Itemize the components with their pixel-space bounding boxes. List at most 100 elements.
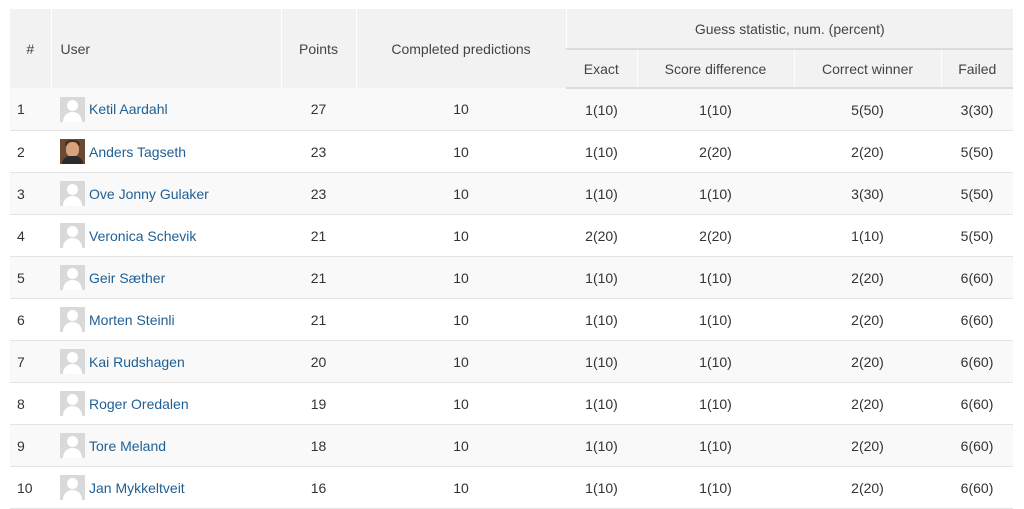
rank-cell: 4 — [10, 214, 51, 257]
user-name-link[interactable]: Tore Meland — [89, 438, 166, 454]
table-row: 7 Kai Rudshagen 20 10 1(10) 1(10) 2(20) 6(60) — [10, 340, 1014, 383]
user-cell: Tore Meland — [51, 424, 281, 467]
default-avatar-icon[interactable] — [60, 391, 85, 416]
completed-predictions-cell: 10 — [356, 424, 566, 467]
guess-statistic-group-header: Guess statistic, num. (percent) — [565, 9, 1014, 50]
score-difference-cell: 1(10) — [637, 340, 794, 383]
rank-cell: 7 — [10, 340, 51, 383]
user-column-header: User — [50, 9, 281, 88]
exact-cell: 1(10) — [566, 88, 637, 131]
score-difference-cell: 1(10) — [637, 172, 794, 215]
rank-cell: 9 — [10, 424, 51, 467]
correct-winner-cell: 1(10) — [794, 214, 941, 257]
exact-cell: 1(10) — [566, 298, 637, 341]
completed-predictions-cell: 10 — [356, 172, 566, 215]
default-avatar-icon[interactable] — [60, 433, 85, 458]
correct-winner-cell: 2(20) — [794, 256, 941, 299]
failed-cell: 6(60) — [941, 298, 1014, 341]
user-cell: Roger Oredalen — [51, 382, 281, 425]
points-cell: 21 — [281, 298, 356, 341]
user-name-link[interactable]: Veronica Schevik — [89, 228, 196, 244]
completed-predictions-cell: 10 — [356, 130, 566, 173]
user-name-link[interactable]: Anders Tagseth — [89, 144, 186, 160]
user-name-link[interactable]: Jan Mykkeltveit — [89, 480, 185, 496]
user-name-link[interactable]: Kai Rudshagen — [89, 354, 185, 370]
user-name-link[interactable]: Ove Jonny Gulaker — [89, 186, 209, 202]
failed-cell: 6(60) — [941, 466, 1014, 509]
completed-predictions-cell: 10 — [356, 340, 566, 383]
table-row: 3 Ove Jonny Gulaker 23 10 1(10) 1(10) 3(30) 5(5… — [10, 172, 1014, 215]
rank-cell: 1 — [10, 88, 51, 131]
points-cell: 23 — [281, 130, 356, 173]
points-cell: 21 — [281, 214, 356, 257]
user-name-link[interactable]: Roger Oredalen — [89, 396, 189, 412]
correct-winner-cell: 5(50) — [794, 88, 941, 131]
points-cell: 18 — [281, 424, 356, 467]
completed-predictions-column-header: Completed predictions — [355, 9, 566, 88]
correct-winner-column-header: Correct winner — [793, 48, 941, 89]
points-column-header: Points — [280, 9, 356, 88]
default-avatar-icon[interactable] — [60, 265, 85, 290]
exact-cell: 1(10) — [566, 466, 637, 509]
table-row: 5 Geir Sæther 21 10 1(10) 1(10) 2(20) 6(60) — [10, 256, 1014, 299]
user-photo-avatar[interactable] — [60, 139, 85, 164]
failed-column-header: Failed — [940, 48, 1014, 89]
table-row: 8 Roger Oredalen 19 10 1(10) 1(10) 2(20) 6(60) — [10, 382, 1014, 425]
default-avatar-icon[interactable] — [60, 349, 85, 374]
rank-cell: 8 — [10, 382, 51, 425]
failed-cell: 6(60) — [941, 256, 1014, 299]
user-cell: Ketil Aardahl — [51, 88, 281, 131]
failed-cell: 3(30) — [941, 88, 1014, 131]
failed-cell: 5(50) — [941, 214, 1014, 257]
completed-predictions-cell: 10 — [356, 382, 566, 425]
failed-cell: 6(60) — [941, 382, 1014, 425]
exact-cell: 2(20) — [566, 214, 637, 257]
ranking-table: # User Points Completed predictions Gues… — [10, 9, 1014, 509]
table-row: 2 Anders Tagseth 23 10 1(10) 2(20) 2(20) 5(50) — [10, 130, 1014, 173]
score-difference-cell: 1(10) — [637, 382, 794, 425]
failed-cell: 6(60) — [941, 424, 1014, 467]
failed-cell: 5(50) — [941, 172, 1014, 215]
user-cell: Ove Jonny Gulaker — [51, 172, 281, 215]
exact-cell: 1(10) — [566, 172, 637, 215]
points-cell: 16 — [281, 466, 356, 509]
exact-cell: 1(10) — [566, 130, 637, 173]
completed-predictions-cell: 10 — [356, 88, 566, 131]
user-cell: Kai Rudshagen — [51, 340, 281, 383]
completed-predictions-cell: 10 — [356, 298, 566, 341]
points-cell: 20 — [281, 340, 356, 383]
exact-cell: 1(10) — [566, 382, 637, 425]
user-cell: Veronica Schevik — [51, 214, 281, 257]
rank-cell: 5 — [10, 256, 51, 299]
score-difference-cell: 2(20) — [637, 130, 794, 173]
score-difference-cell: 1(10) — [637, 256, 794, 299]
table-row: 10 Jan Mykkeltveit 16 10 1(10) 1(10) 2(20) 6(60… — [10, 466, 1014, 509]
table-row: 9 Tore Meland 18 10 1(10) 1(10) 2(20) 6(60) — [10, 424, 1014, 467]
default-avatar-icon[interactable] — [60, 223, 85, 248]
failed-cell: 6(60) — [941, 340, 1014, 383]
correct-winner-cell: 3(30) — [794, 172, 941, 215]
rank-cell: 3 — [10, 172, 51, 215]
rank-cell: 2 — [10, 130, 51, 173]
default-avatar-icon[interactable] — [60, 181, 85, 206]
rank-column-header: # — [10, 9, 51, 88]
user-name-link[interactable]: Ketil Aardahl — [89, 101, 168, 117]
score-difference-cell: 1(10) — [637, 424, 794, 467]
default-avatar-icon[interactable] — [60, 307, 85, 332]
rank-cell: 6 — [10, 298, 51, 341]
user-name-link[interactable]: Geir Sæther — [89, 270, 165, 286]
default-avatar-icon[interactable] — [60, 96, 85, 122]
table-row: 6 Morten Steinli 21 10 1(10) 1(10) 2(20) 6(60) — [10, 298, 1014, 341]
score-difference-column-header: Score difference — [636, 48, 794, 89]
exact-cell: 1(10) — [566, 340, 637, 383]
exact-column-header: Exact — [566, 48, 637, 89]
user-cell: Geir Sæther — [51, 256, 281, 299]
default-avatar-icon[interactable] — [60, 475, 85, 500]
user-name-link[interactable]: Morten Steinli — [89, 312, 175, 328]
correct-winner-cell: 2(20) — [794, 424, 941, 467]
score-difference-cell: 1(10) — [637, 298, 794, 341]
points-cell: 23 — [281, 172, 356, 215]
correct-winner-cell: 2(20) — [794, 340, 941, 383]
score-difference-cell: 1(10) — [637, 466, 794, 509]
exact-cell: 1(10) — [566, 424, 637, 467]
